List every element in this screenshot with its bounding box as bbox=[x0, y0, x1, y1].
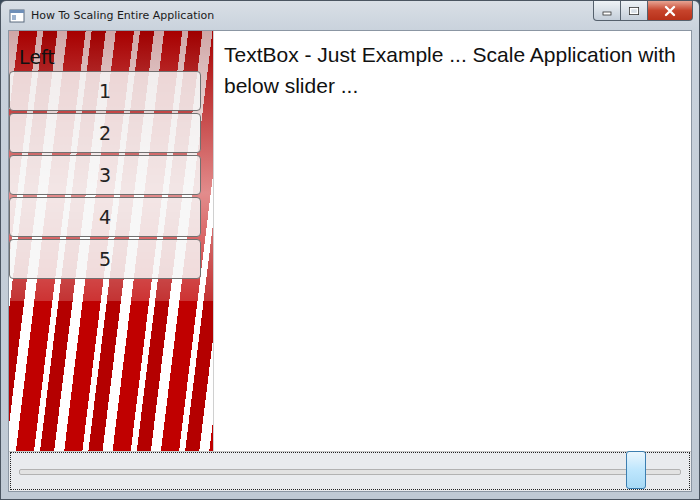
sidebar-button[interactable]: 4 bbox=[9, 197, 201, 237]
text-box[interactable]: TextBox - Just Example ... Scale Applica… bbox=[214, 31, 691, 451]
sidebar-button[interactable]: 1 bbox=[9, 71, 201, 111]
slider-thumb[interactable] bbox=[626, 451, 646, 489]
app-window: How To Scaling Entire Application Left123… bbox=[0, 0, 700, 500]
slider-track bbox=[19, 469, 681, 475]
sidebar-button[interactable]: 3 bbox=[9, 155, 201, 195]
main-area: Left12345TextBox - Just Example ... Scal… bbox=[9, 31, 691, 451]
minimize-button[interactable] bbox=[593, 1, 621, 21]
sidebar: Left12345 bbox=[9, 31, 214, 451]
close-icon bbox=[663, 5, 677, 17]
caption-buttons bbox=[594, 1, 693, 21]
window-icon bbox=[9, 8, 25, 24]
client-area: Left12345TextBox - Just Example ... Scal… bbox=[8, 30, 692, 492]
window-title: How To Scaling Entire Application bbox=[31, 9, 588, 22]
sidebar-button[interactable]: 2 bbox=[9, 113, 201, 153]
minimize-icon bbox=[601, 6, 613, 16]
sidebar-button[interactable]: 5 bbox=[9, 239, 201, 279]
scale-slider[interactable] bbox=[9, 451, 691, 491]
maximize-icon bbox=[628, 6, 640, 16]
close-button[interactable] bbox=[647, 1, 693, 21]
maximize-button[interactable] bbox=[620, 1, 648, 21]
sidebar-label: Left bbox=[9, 31, 201, 71]
title-bar: How To Scaling Entire Application bbox=[1, 1, 699, 30]
